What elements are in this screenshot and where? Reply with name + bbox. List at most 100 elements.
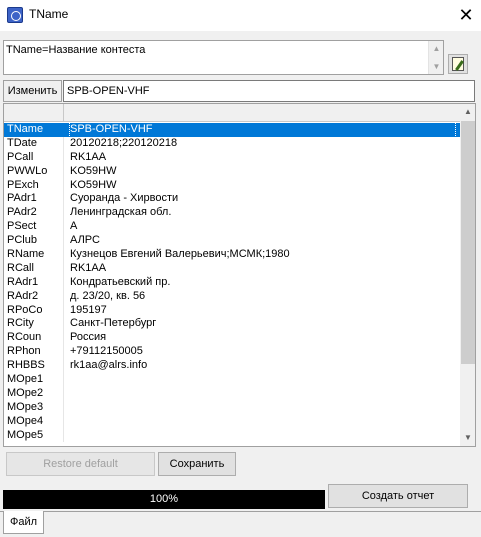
row-value: 195197 <box>70 303 107 316</box>
table-row[interactable]: RPhon +79112150005 <box>4 345 460 360</box>
memo-text: TName=Название контеста <box>6 44 146 56</box>
scrollbar-thumb[interactable] <box>461 121 475 364</box>
table-row[interactable]: TName SPB-OPEN-VHF <box>4 122 460 138</box>
row-value: A <box>70 220 78 233</box>
table-row[interactable]: RCoun Россия <box>4 331 460 346</box>
memo-field[interactable]: TName=Название контеста ▲ ▼ <box>3 40 444 75</box>
row-key: RAdr2 <box>7 289 39 302</box>
row-value: RK1AA <box>70 261 107 274</box>
table-row[interactable]: PCall RK1AA <box>4 150 460 165</box>
row-value: Ленинградская обл. <box>70 206 172 219</box>
column-separator <box>63 275 64 290</box>
row-key: PCall <box>7 150 34 163</box>
table-row[interactable]: PWWLo KO59HW <box>4 164 460 179</box>
table-row[interactable]: PAdr2 Ленинградская обл. <box>4 206 460 221</box>
column-separator <box>63 359 64 374</box>
grid-header <box>4 104 460 122</box>
table-row[interactable]: RName Кузнецов Евгений Валерьевич;МСМК;19… <box>4 248 460 262</box>
column-separator <box>63 150 64 165</box>
row-key: MOpe4 <box>7 414 44 427</box>
chevron-down-icon[interactable]: ▼ <box>429 59 444 74</box>
table-row[interactable]: PSect A <box>4 220 460 235</box>
table-row[interactable]: PAdr1 Суоранда - Хирвости <box>4 192 460 207</box>
row-key: RPoCo <box>7 303 43 316</box>
row-key: RPhon <box>7 345 41 358</box>
column-separator <box>63 400 64 415</box>
row-value: Россия <box>70 331 107 344</box>
row-value: Кондратьевский пр. <box>70 275 171 288</box>
save-button[interactable]: Сохранить <box>158 452 236 476</box>
row-key: MOpe1 <box>7 373 44 386</box>
row-key: TDate <box>7 136 37 149</box>
memo-scrollbar[interactable]: ▲ ▼ <box>428 41 443 74</box>
parameters-grid[interactable]: TName SPB-OPEN-VHF TDate 20120218;220120218… <box>3 103 476 447</box>
column-separator <box>63 317 64 332</box>
table-row[interactable]: MOpe5 <box>4 428 460 443</box>
row-key: PAdr1 <box>7 192 37 205</box>
row-key: RCity <box>7 317 34 330</box>
row-key: RHBBS <box>7 359 45 372</box>
tab-file[interactable]: Файл <box>3 511 44 534</box>
table-row[interactable]: PClub АЛРС <box>4 234 460 249</box>
tab-strip-line <box>0 511 481 512</box>
column-separator <box>63 123 64 137</box>
row-key: PExch <box>7 178 39 191</box>
row-key: PAdr2 <box>7 206 37 219</box>
grid-body: TName SPB-OPEN-VHF TDate 20120218;220120218… <box>4 122 460 443</box>
column-separator <box>63 248 64 262</box>
column-separator <box>63 234 64 249</box>
table-row[interactable]: RPoCo 195197 <box>4 303 460 318</box>
row-value: +79112150005 <box>70 345 143 358</box>
window-title: TName <box>29 7 69 21</box>
edit-note-button[interactable] <box>448 54 468 74</box>
row-value: rk1aa@alrs.info <box>70 359 148 372</box>
table-row[interactable]: MOpe1 <box>4 373 460 387</box>
row-value: Кузнецов Евгений Валерьевич;МСМК;1980 <box>70 248 290 261</box>
table-row[interactable]: RCity Санкт-Петербург <box>4 317 460 332</box>
row-value: RK1AA <box>70 150 107 163</box>
table-row[interactable]: RHBBS rk1aa@alrs.info <box>4 359 460 374</box>
close-icon[interactable]: ✕ <box>455 4 477 26</box>
row-value: KO59HW <box>70 164 117 177</box>
row-key: RCall <box>7 261 34 274</box>
row-value: 20120218;220120218 <box>70 136 178 149</box>
row-key: PClub <box>7 234 37 247</box>
row-value: Санкт-Петербург <box>70 317 157 330</box>
row-key: MOpe5 <box>7 428 44 441</box>
chevron-up-icon[interactable]: ▲ <box>429 41 444 56</box>
value-input[interactable]: SPB-OPEN-VHF <box>63 80 475 102</box>
column-separator <box>63 373 64 387</box>
table-row[interactable]: RAdr2 д. 23/20, кв. 56 <box>4 289 460 304</box>
column-separator <box>63 414 64 429</box>
column-separator <box>63 331 64 346</box>
grid-scrollbar[interactable]: ▲ ▼ <box>460 104 475 446</box>
row-key: PSect <box>7 220 37 233</box>
table-row[interactable]: MOpe4 <box>4 414 460 429</box>
table-row[interactable]: MOpe3 <box>4 400 460 415</box>
table-row[interactable]: RCall RK1AA <box>4 261 460 276</box>
table-row[interactable]: TDate 20120218;220120218 <box>4 136 460 151</box>
column-separator <box>63 220 64 235</box>
row-key: RName <box>7 248 45 261</box>
row-value: д. 23/20, кв. 56 <box>70 289 146 302</box>
app-icon[interactable] <box>7 7 23 23</box>
row-value: Суоранда - Хирвости <box>70 192 179 205</box>
column-separator <box>63 136 64 151</box>
column-separator <box>63 192 64 207</box>
column-separator <box>63 164 64 179</box>
column-separator <box>63 178 64 193</box>
create-report-button[interactable]: Создать отчет <box>328 484 468 508</box>
header-column-separator[interactable] <box>63 104 64 122</box>
row-key: RAdr1 <box>7 275 39 288</box>
progress-label: 100% <box>149 493 179 505</box>
row-value: KO59HW <box>70 178 117 191</box>
column-separator <box>63 261 64 276</box>
column-separator <box>63 428 64 443</box>
progress-bar: 100% <box>3 490 325 509</box>
chevron-up-icon[interactable]: ▲ <box>460 104 475 120</box>
table-row[interactable]: MOpe2 <box>4 386 460 401</box>
chevron-down-icon[interactable]: ▼ <box>460 430 475 446</box>
table-row[interactable]: RAdr1 Кондратьевский пр. <box>4 275 460 290</box>
table-row[interactable]: PExch KO59HW <box>4 178 460 193</box>
restore-default-button[interactable]: Restore default <box>6 452 155 476</box>
